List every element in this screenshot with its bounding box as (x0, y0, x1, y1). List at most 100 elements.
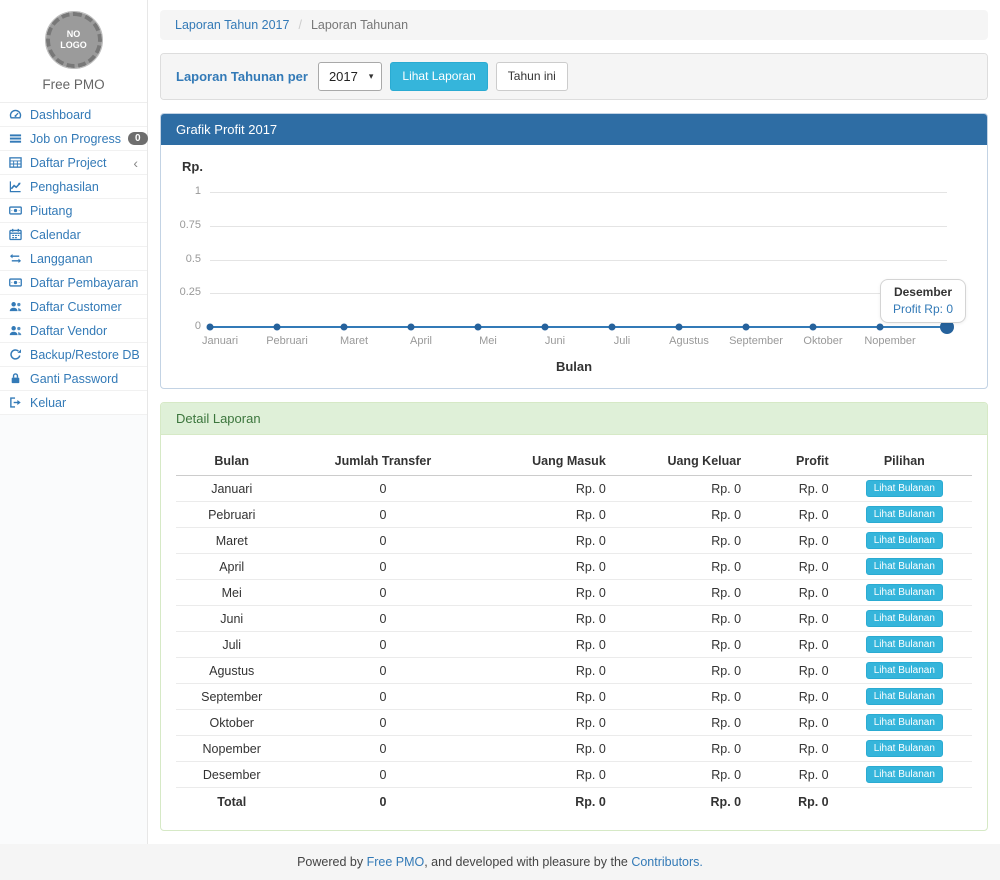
data-point (341, 324, 348, 331)
cell-uang-masuk: Rp. 0 (478, 528, 613, 554)
count-badge: 0 (128, 132, 148, 145)
cell-bulan: Oktober (176, 710, 287, 736)
chart-panel-body: Rp. 00.250.50.751JanuariPebruariMaretApr… (161, 145, 987, 388)
data-point (408, 324, 415, 331)
cell-uang-masuk: Rp. 0 (478, 658, 613, 684)
lihat-bulanan-button[interactable]: Lihat Bulanan (866, 558, 943, 575)
lihat-bulanan-button[interactable]: Lihat Bulanan (866, 714, 943, 731)
cell-bulan: September (176, 684, 287, 710)
sidebar-item-daftar-pembayaran[interactable]: Daftar Pembayaran (0, 271, 147, 295)
cell-bulan: Maret (176, 528, 287, 554)
total-label: Total (176, 788, 287, 817)
lihat-bulanan-button[interactable]: Lihat Bulanan (866, 636, 943, 653)
detail-panel: Detail Laporan Bulan Jumlah Transfer Uan… (160, 402, 988, 831)
sidebar-item-label: Piutang (30, 204, 72, 218)
table-row: Juni0Rp. 0Rp. 0Rp. 0Lihat Bulanan (176, 606, 972, 632)
no-logo-badge: NO LOGO (46, 12, 102, 68)
table-row: Pebruari0Rp. 0Rp. 0Rp. 0Lihat Bulanan (176, 502, 972, 528)
cell-bulan: Pebruari (176, 502, 287, 528)
cell-uang-keluar: Rp. 0 (614, 658, 749, 684)
sidebar-item-keluar[interactable]: Keluar (0, 391, 147, 415)
cell-bulan: Nopember (176, 736, 287, 762)
lihat-bulanan-button[interactable]: Lihat Bulanan (866, 662, 943, 679)
cell-uang-masuk: Rp. 0 (478, 736, 613, 762)
year-select[interactable]: 2017 ▾ (318, 62, 382, 91)
x-axis-tick: Juni (520, 335, 590, 347)
sidebar-item-calendar[interactable]: Calendar (0, 223, 147, 247)
tahun-ini-button[interactable]: Tahun ini (496, 62, 568, 90)
lihat-bulanan-button[interactable]: Lihat Bulanan (866, 584, 943, 601)
cell-uang-keluar: Rp. 0 (614, 580, 749, 606)
app: NO LOGO Free PMO DashboardJob on Progres… (0, 0, 1000, 844)
sidebar-item-daftar-customer[interactable]: Daftar Customer (0, 295, 147, 319)
profit-chart[interactable]: 00.250.50.751JanuariPebruariMaretAprilMe… (176, 174, 972, 356)
table-row: Agustus0Rp. 0Rp. 0Rp. 0Lihat Bulanan (176, 658, 972, 684)
filter-label: Laporan Tahunan per (176, 69, 308, 84)
data-point (810, 324, 817, 331)
dashboard-icon (9, 108, 23, 122)
exchange-icon (9, 252, 23, 266)
table-row: Nopember0Rp. 0Rp. 0Rp. 0Lihat Bulanan (176, 736, 972, 762)
cell-profit: Rp. 0 (749, 528, 837, 554)
cell-uang-masuk: Rp. 0 (478, 606, 613, 632)
sidebar-item-piutang[interactable]: Piutang (0, 199, 147, 223)
year-select-value: 2017 (329, 69, 358, 84)
chart-y-axis-label: Rp. (182, 159, 972, 174)
cell-profit: Rp. 0 (749, 736, 837, 762)
cell-profit: Rp. 0 (749, 502, 837, 528)
table-total-row: Total 0 Rp. 0 Rp. 0 Rp. 0 (176, 788, 972, 817)
x-axis-tick: Agustus (654, 335, 724, 347)
logo-area: NO LOGO Free PMO (0, 0, 147, 102)
contributors-link[interactable]: Contributors. (631, 855, 703, 869)
cell-uang-masuk: Rp. 0 (478, 710, 613, 736)
cell-bulan: Juni (176, 606, 287, 632)
sign-out-icon (9, 396, 23, 410)
sidebar-item-daftar-vendor[interactable]: Daftar Vendor (0, 319, 147, 343)
cell-uang-masuk: Rp. 0 (478, 580, 613, 606)
refresh-icon (9, 348, 23, 362)
table-row: Maret0Rp. 0Rp. 0Rp. 0Lihat Bulanan (176, 528, 972, 554)
sidebar-item-ganti-password[interactable]: Ganti Password (0, 367, 147, 391)
breadcrumb-separator: / (298, 18, 301, 32)
lihat-bulanan-button[interactable]: Lihat Bulanan (866, 610, 943, 627)
sidebar-item-label: Daftar Vendor (30, 324, 107, 338)
sidebar-item-penghasilan[interactable]: Penghasilan (0, 175, 147, 199)
lihat-laporan-button[interactable]: Lihat Laporan (390, 62, 487, 90)
lihat-bulanan-button[interactable]: Lihat Bulanan (866, 766, 943, 783)
lihat-bulanan-button[interactable]: Lihat Bulanan (866, 688, 943, 705)
sidebar-item-backup-restore-db[interactable]: Backup/Restore DB (0, 343, 147, 367)
x-axis-tick: Januari (185, 335, 255, 347)
breadcrumb-link[interactable]: Laporan Tahun 2017 (175, 18, 289, 32)
tasks-icon (9, 132, 23, 146)
chevron-down-icon: ▾ (369, 71, 374, 82)
cell-bulan: Mei (176, 580, 287, 606)
lihat-bulanan-button[interactable]: Lihat Bulanan (866, 480, 943, 497)
breadcrumb: Laporan Tahun 2017 / Laporan Tahunan (160, 10, 988, 40)
x-axis-tick: Nopember (855, 335, 925, 347)
lihat-bulanan-button[interactable]: Lihat Bulanan (866, 740, 943, 757)
table-row: Oktober0Rp. 0Rp. 0Rp. 0Lihat Bulanan (176, 710, 972, 736)
cell-jumlah-transfer: 0 (287, 658, 478, 684)
sidebar-item-job-on-progress[interactable]: Job on Progress0 (0, 127, 147, 151)
data-point (207, 324, 214, 331)
breadcrumb-current: Laporan Tahunan (311, 18, 408, 32)
users-icon (9, 300, 23, 314)
sidebar-item-dashboard[interactable]: Dashboard (0, 103, 147, 127)
chart-tooltip: Desember Profit Rp: 0 (880, 279, 966, 323)
cell-jumlah-transfer: 0 (287, 476, 478, 502)
free-pmo-link[interactable]: Free PMO (367, 855, 425, 869)
lihat-bulanan-button[interactable]: Lihat Bulanan (866, 506, 943, 523)
sidebar-item-langganan[interactable]: Langganan (0, 247, 147, 271)
cell-profit: Rp. 0 (749, 476, 837, 502)
chart-line-icon (9, 180, 23, 194)
sidebar-item-label: Daftar Pembayaran (30, 276, 138, 290)
tooltip-title: Desember (893, 285, 953, 299)
cell-uang-masuk: Rp. 0 (478, 762, 613, 788)
data-point (274, 324, 281, 331)
header-profit: Profit (749, 447, 837, 476)
cell-profit: Rp. 0 (749, 762, 837, 788)
lihat-bulanan-button[interactable]: Lihat Bulanan (866, 532, 943, 549)
detail-panel-body: Bulan Jumlah Transfer Uang Masuk Uang Ke… (161, 435, 987, 830)
header-pilihan: Pilihan (837, 447, 972, 476)
sidebar-item-daftar-project[interactable]: Daftar Project‹ (0, 151, 147, 175)
